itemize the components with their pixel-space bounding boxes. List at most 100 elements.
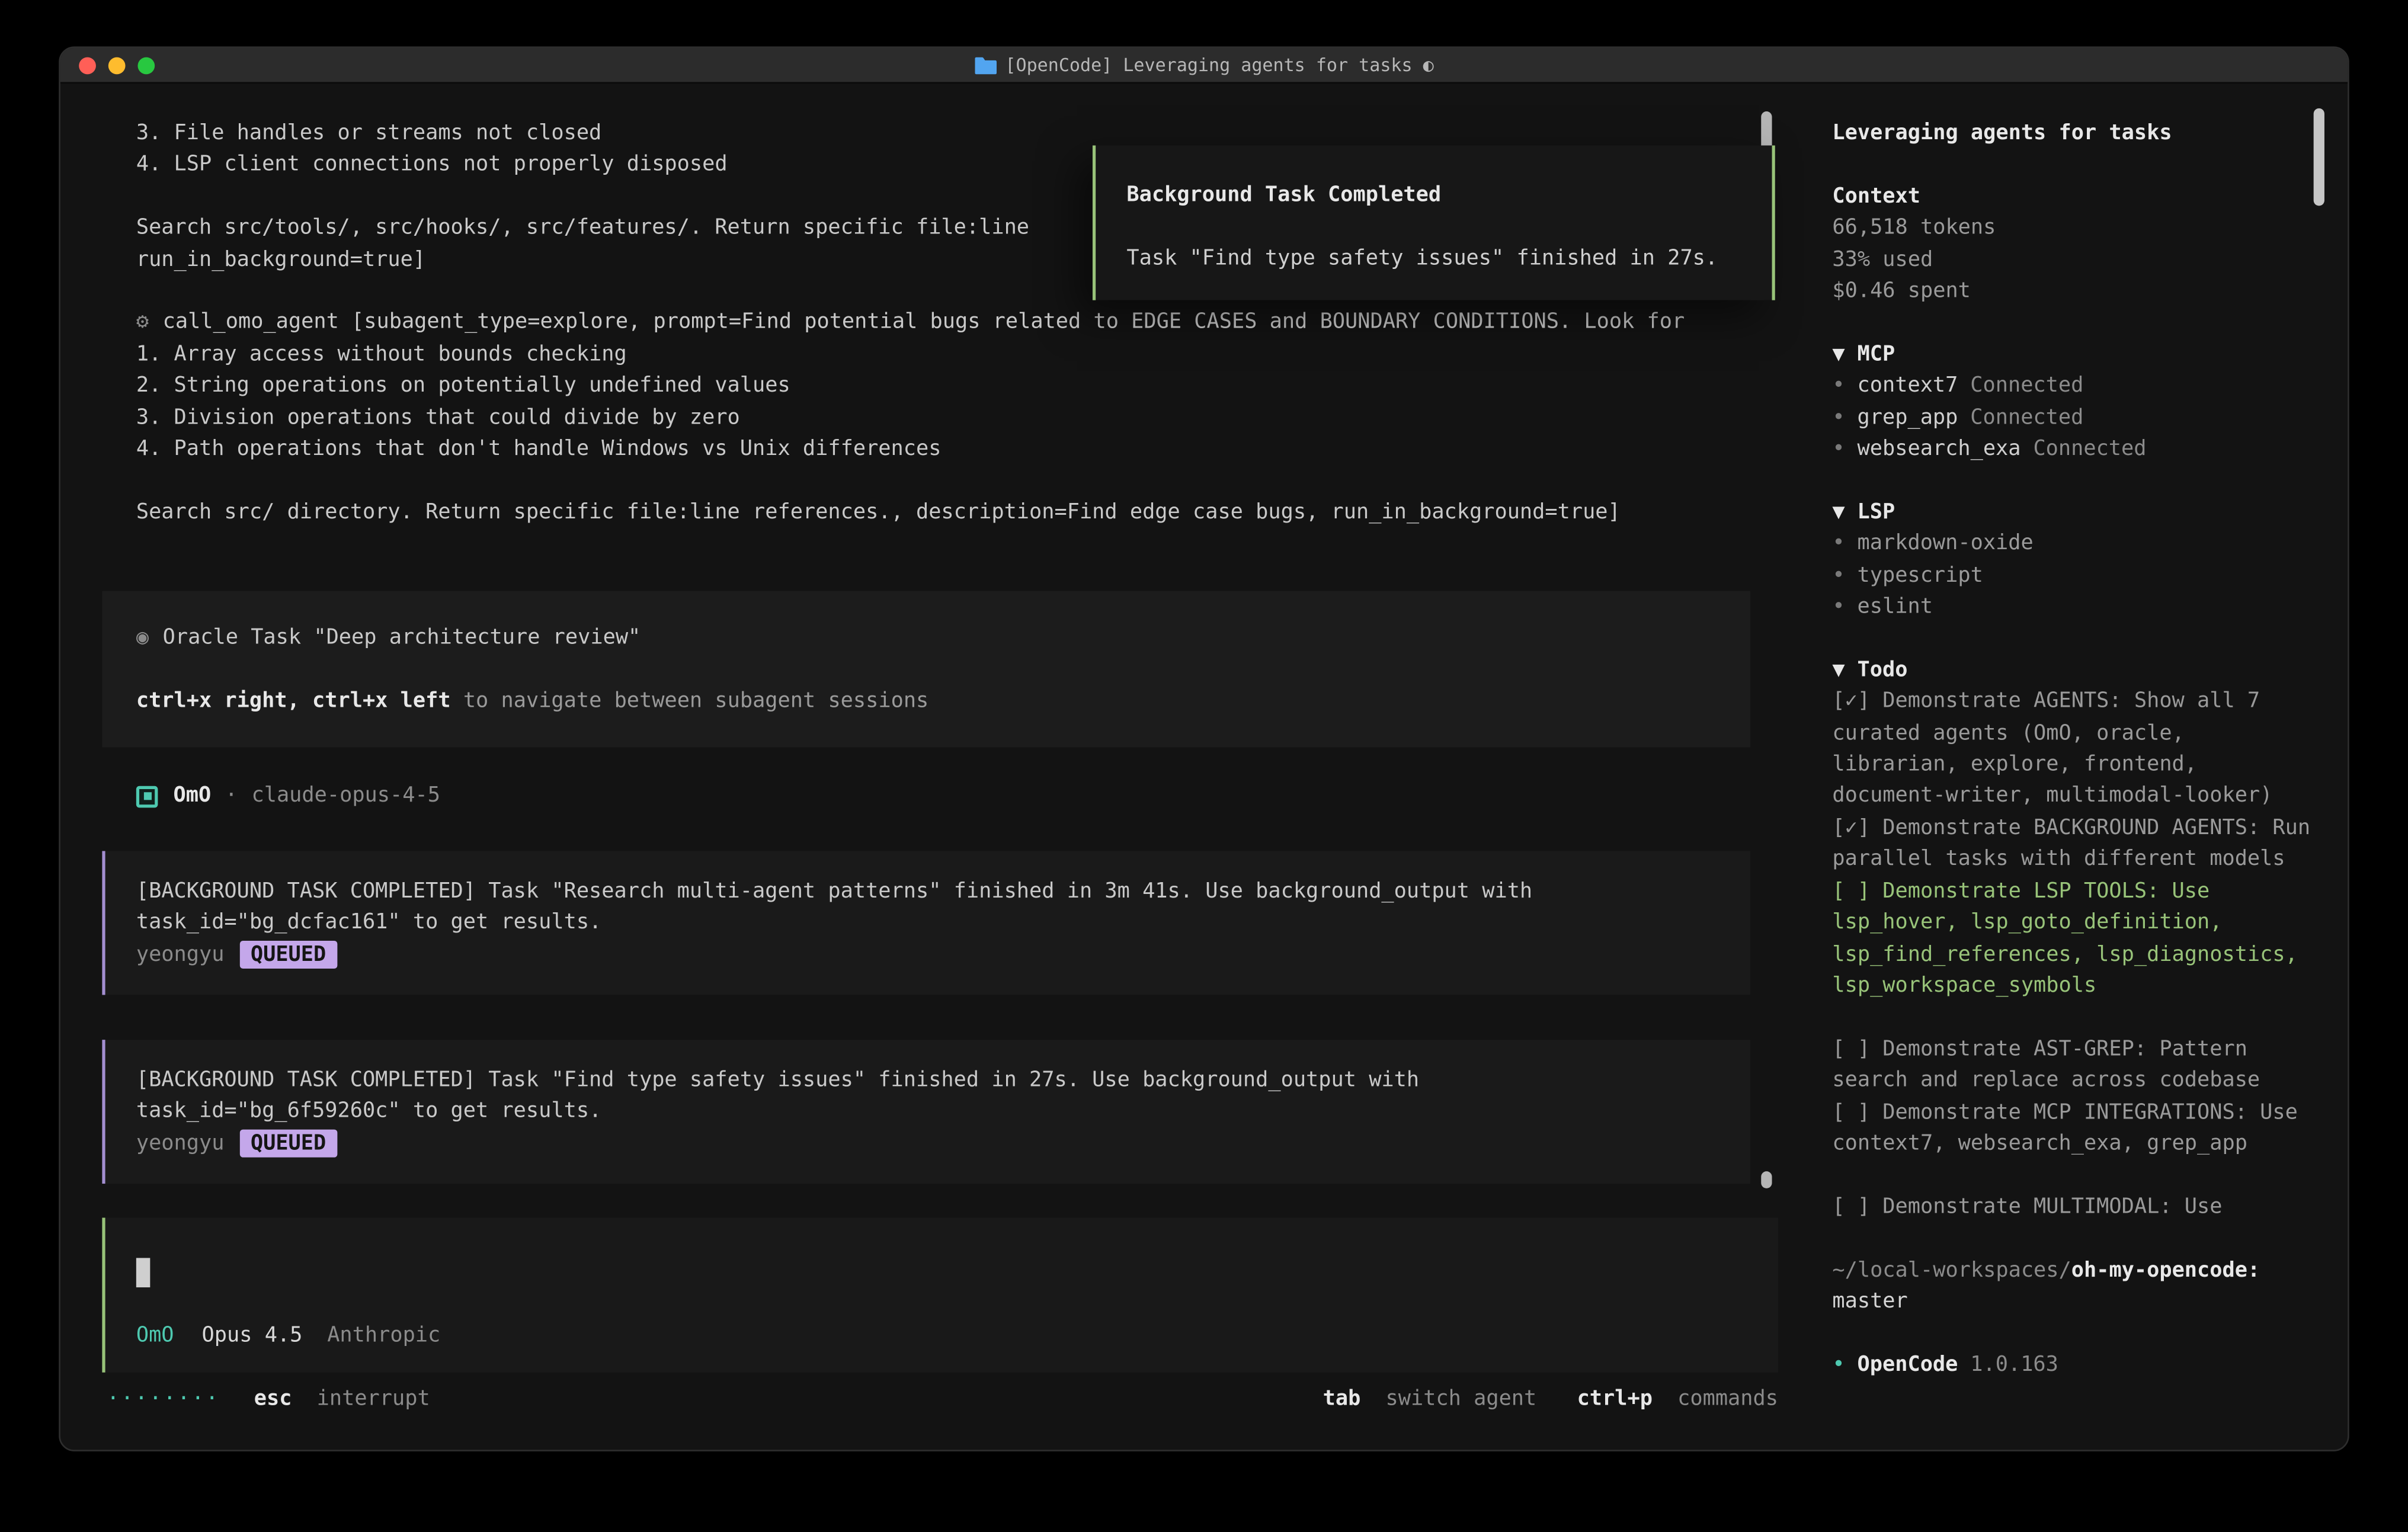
fisheye-icon: ◉: [136, 626, 149, 650]
message-text-line: task_id="bg_dcfac161" to get results.: [136, 907, 1750, 938]
toast-body: Task "Find type safety issues" finished …: [1126, 243, 1772, 274]
lsp-heading: LSP: [1858, 499, 1895, 524]
queued-badge: QUEUED: [240, 1129, 337, 1157]
tool-call-line: [102, 465, 1809, 496]
input-agent-name: OmO: [136, 1323, 174, 1348]
desktop: [OpenCode] Leveraging agents for tasks ◐…: [0, 0, 2408, 1532]
interrupt-label: interrupt: [317, 1387, 430, 1412]
bullet-icon: •: [1832, 1352, 1845, 1377]
terminal-window: [OpenCode] Leveraging agents for tasks ◐…: [59, 46, 2349, 1451]
shortcut-hint-icon-gap: [451, 688, 463, 713]
shortcut-hint-row: ctrl+x right, ctrl+x left to navigate be…: [136, 685, 1750, 717]
tool-call-header: ⚙ call_omo_agent [subagent_type=explore, …: [102, 307, 1809, 338]
lsp-heading-row[interactable]: ▼ LSP: [1832, 496, 2315, 528]
lsp-item-name: typescript: [1858, 563, 1983, 588]
mcp-heading-row[interactable]: ▼ MCP: [1832, 338, 2315, 370]
opencode-version: 1.0.163: [1970, 1352, 2058, 1377]
agent-name: OmO: [174, 781, 212, 812]
tool-call-text: call_omo_agent [subagent_type=explore, p…: [163, 310, 1685, 335]
shortcut-hint-text: to navigate between subagent sessions: [463, 688, 928, 713]
author-name: yeongyu: [136, 942, 225, 967]
context-used: 33% used: [1832, 244, 2315, 275]
agent-model: claude-opus-4-5: [252, 781, 440, 812]
message-text-line: [BACKGROUND TASK COMPLETED] Task "Resear…: [136, 876, 1750, 907]
minimize-button[interactable]: [108, 56, 126, 73]
bullet-icon: •: [1832, 373, 1845, 398]
zoom-button[interactable]: [137, 56, 155, 73]
agent-header: OmO · claude-opus-4-5: [102, 781, 1809, 812]
gear-icon: ⚙: [136, 310, 149, 335]
background-task-message: [BACKGROUND TASK COMPLETED] Task "Resear…: [102, 851, 1750, 995]
mcp-item: • grep_app Connected: [1832, 402, 2315, 433]
bullet-icon: •: [1832, 437, 1845, 461]
main-scrollbar-thumb[interactable]: [1761, 1171, 1772, 1188]
mcp-item-status: Connected: [1970, 405, 2083, 430]
mcp-item: •websearch_exaConnected: [1832, 433, 2315, 464]
collapse-triangle-icon: ▼: [1832, 499, 1845, 524]
opencode-version-row: • OpenCode 1.0.163: [1832, 1349, 2315, 1380]
tool-call-line: 4. Path operations that don't handle Win…: [102, 433, 1809, 464]
tool-call-line: Search src/ directory. Return specific f…: [102, 496, 1809, 528]
todo-item: [✓] Demonstrate AGENTS: Show all 7 curat…: [1832, 686, 2315, 812]
mcp-item-name: websearch_exa: [1858, 437, 2021, 461]
todo-item: [✓] Demonstrate BACKGROUND AGENTS: Run p…: [1832, 812, 2315, 876]
author-name: yeongyu: [136, 1131, 225, 1156]
message-meta-row: yeongyu QUEUED: [136, 1128, 1750, 1159]
bullet-icon: •: [1832, 405, 1845, 430]
todo-item: [ ] Demonstrate MULTIMODAL: Use: [1832, 1191, 2315, 1222]
titlebar: [OpenCode] Leveraging agents for tasks ◐: [60, 48, 2348, 84]
lsp-item: • typescript: [1832, 560, 2315, 591]
tool-call-line: 1. Array access without bounds checking: [102, 338, 1809, 370]
shortcut-keys: ctrl+x right, ctrl+x left: [136, 688, 451, 713]
workspace-repo: oh-my-opencode:: [2071, 1257, 2260, 1282]
sidebar: Leveraging agents for tasks Context 66,5…: [1809, 84, 2348, 1450]
commands-label: commands: [1677, 1387, 1778, 1412]
collapse-triangle-icon: ▼: [1832, 342, 1845, 367]
prompt-input[interactable]: OmOOpus 4.5Anthropic: [102, 1218, 1778, 1373]
oracle-task-panel: ◉Oracle Task "Deep architecture review" …: [102, 591, 1750, 748]
message-text-line: task_id="bg_6f59260c" to get results.: [136, 1096, 1750, 1127]
folder-icon: [974, 56, 996, 73]
bullet-icon: •: [1832, 563, 1845, 588]
tool-call-line: 3. Division operations that could divide…: [102, 402, 1809, 433]
window-content: 3. File handles or streams not closed 4.…: [60, 84, 2348, 1450]
toast-title: Background Task Completed: [1126, 180, 1772, 211]
bullet-icon: •: [1832, 531, 1845, 556]
window-title: [OpenCode] Leveraging agents for tasks ◐: [1005, 54, 1433, 76]
input-model: Opus 4.5: [202, 1323, 303, 1348]
lsp-item: •eslint: [1832, 591, 2315, 623]
switch-agent-label: switch agent: [1386, 1387, 1537, 1412]
sidebar-scrollbar-thumb[interactable]: [2314, 108, 2324, 206]
opencode-brand: OpenCode: [1858, 1352, 1958, 1377]
blank-line: [136, 654, 1750, 685]
todo-heading-row[interactable]: ▼ Todo: [1832, 654, 2315, 685]
status-left: ········ esc interrupt: [102, 1384, 430, 1415]
mcp-item-name: grep_app: [1858, 405, 1958, 430]
context-tokens: 66,518 tokens: [1832, 212, 2315, 243]
oracle-task-title-row: ◉ Oracle Task "Deep architecture review": [136, 623, 1750, 654]
status-right: tab switch agent ctrl+p commands: [1323, 1384, 1778, 1415]
agent-checkbox-icon: [136, 786, 158, 807]
tab-key: tab: [1323, 1387, 1361, 1412]
mcp-item-status: Connected: [1970, 373, 2083, 398]
lsp-item-name: eslint: [1858, 594, 1933, 619]
queued-badge: QUEUED: [240, 940, 337, 968]
mcp-item-name: context7: [1858, 373, 1958, 398]
branch-name: master: [1832, 1286, 2315, 1317]
status-bar: ········ esc interrupt tab switch agent …: [102, 1384, 1778, 1415]
todo-heading: Todo: [1858, 658, 1908, 682]
close-button[interactable]: [79, 56, 96, 73]
workspace-path-row: ~/local-workspaces/oh-my-opencode:: [1832, 1254, 2315, 1286]
window-title-row: [OpenCode] Leveraging agents for tasks ◐: [60, 54, 2348, 76]
spinner-dots-icon: ········: [107, 1387, 220, 1412]
mcp-item: • context7 Connected: [1832, 370, 2315, 402]
background-task-toast: Background Task Completed Task "Find typ…: [1093, 146, 1775, 300]
ctrl-p-key: ctrl+p: [1577, 1387, 1653, 1412]
collapse-triangle-icon: ▼: [1832, 658, 1845, 682]
message-text-line: [BACKGROUND TASK COMPLETED] Task "Find t…: [136, 1065, 1750, 1096]
todo-item: [ ] Demonstrate AST-GREP: Pattern search…: [1832, 1033, 2315, 1097]
workspace-path-prefix: ~/local-workspaces/: [1832, 1257, 2071, 1282]
mcp-heading: MCP: [1858, 342, 1895, 367]
oracle-task-title: Oracle Task "Deep architecture review": [163, 626, 641, 650]
context-heading: Context: [1832, 181, 2315, 212]
